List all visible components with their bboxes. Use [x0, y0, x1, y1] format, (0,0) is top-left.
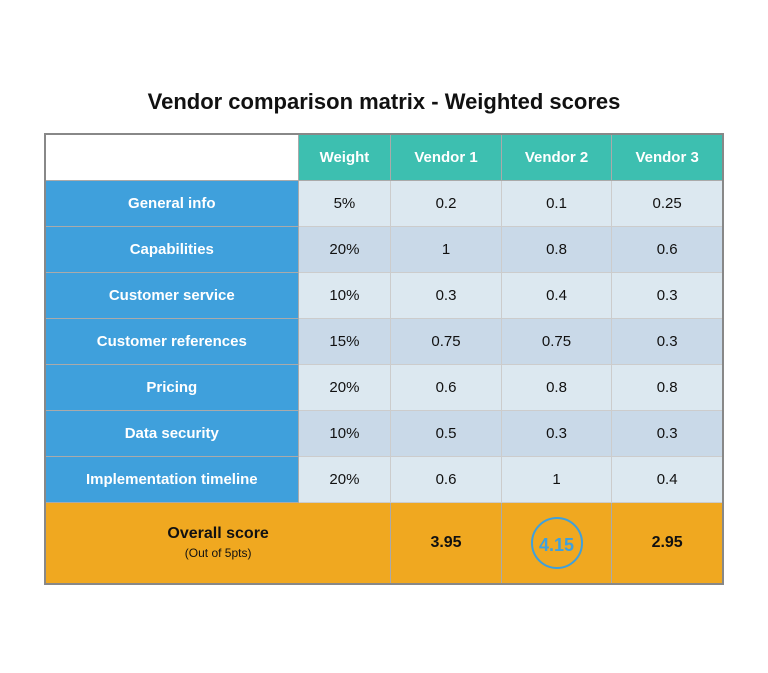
table-row: Implementation timeline20%0.610.4 — [45, 456, 723, 502]
table-row: Customer references15%0.750.750.3 — [45, 318, 723, 364]
header-row: Weight Vendor 1 Vendor 2 Vendor 3 — [45, 134, 723, 181]
row-weight: 15% — [298, 318, 391, 364]
row-vendor1: 1 — [391, 226, 502, 272]
header-vendor3: Vendor 3 — [612, 134, 723, 181]
row-vendor1: 0.6 — [391, 456, 502, 502]
row-vendor3: 0.25 — [612, 180, 723, 226]
table-row: Capabilities20%10.80.6 — [45, 226, 723, 272]
footer-v3: 2.95 — [612, 502, 723, 584]
comparison-table: Weight Vendor 1 Vendor 2 Vendor 3 Genera… — [44, 133, 724, 585]
footer-v1: 3.95 — [391, 502, 502, 584]
header-vendor2: Vendor 2 — [501, 134, 612, 181]
row-vendor3: 0.3 — [612, 272, 723, 318]
row-vendor1: 0.75 — [391, 318, 502, 364]
row-weight: 20% — [298, 364, 391, 410]
highlighted-score: 4.15 — [531, 517, 583, 569]
row-vendor3: 0.4 — [612, 456, 723, 502]
overall-score-label: Overall score — [167, 525, 268, 542]
overall-score-sublabel: (Out of 5pts) — [185, 546, 252, 560]
row-vendor2: 0.3 — [501, 410, 612, 456]
row-label: Capabilities — [45, 226, 298, 272]
row-vendor2: 0.8 — [501, 226, 612, 272]
row-vendor1: 0.3 — [391, 272, 502, 318]
row-label: Implementation timeline — [45, 456, 298, 502]
row-label: Data security — [45, 410, 298, 456]
row-vendor1: 0.6 — [391, 364, 502, 410]
row-vendor3: 0.3 — [612, 318, 723, 364]
row-vendor3: 0.3 — [612, 410, 723, 456]
row-label: Customer service — [45, 272, 298, 318]
row-weight: 5% — [298, 180, 391, 226]
header-weight: Weight — [298, 134, 391, 181]
page-title: Vendor comparison matrix - Weighted scor… — [44, 89, 724, 115]
row-weight: 10% — [298, 410, 391, 456]
row-vendor2: 0.1 — [501, 180, 612, 226]
row-weight: 10% — [298, 272, 391, 318]
row-weight: 20% — [298, 456, 391, 502]
row-weight: 20% — [298, 226, 391, 272]
row-vendor3: 0.8 — [612, 364, 723, 410]
table-row: General info5%0.20.10.25 — [45, 180, 723, 226]
row-label: Customer references — [45, 318, 298, 364]
table-row: Data security10%0.50.30.3 — [45, 410, 723, 456]
footer-row: Overall score (Out of 5pts) 3.95 4.15 2.… — [45, 502, 723, 584]
row-label: Pricing — [45, 364, 298, 410]
row-vendor2: 0.8 — [501, 364, 612, 410]
header-col0 — [45, 134, 298, 181]
row-vendor1: 0.2 — [391, 180, 502, 226]
table-row: Customer service10%0.30.40.3 — [45, 272, 723, 318]
row-vendor3: 0.6 — [612, 226, 723, 272]
footer-label: Overall score (Out of 5pts) — [45, 502, 391, 584]
table-row: Pricing20%0.60.80.8 — [45, 364, 723, 410]
row-vendor2: 0.4 — [501, 272, 612, 318]
footer-v2: 4.15 — [501, 502, 612, 584]
header-vendor1: Vendor 1 — [391, 134, 502, 181]
main-container: Vendor comparison matrix - Weighted scor… — [24, 69, 744, 605]
row-label: General info — [45, 180, 298, 226]
row-vendor1: 0.5 — [391, 410, 502, 456]
row-vendor2: 0.75 — [501, 318, 612, 364]
row-vendor2: 1 — [501, 456, 612, 502]
